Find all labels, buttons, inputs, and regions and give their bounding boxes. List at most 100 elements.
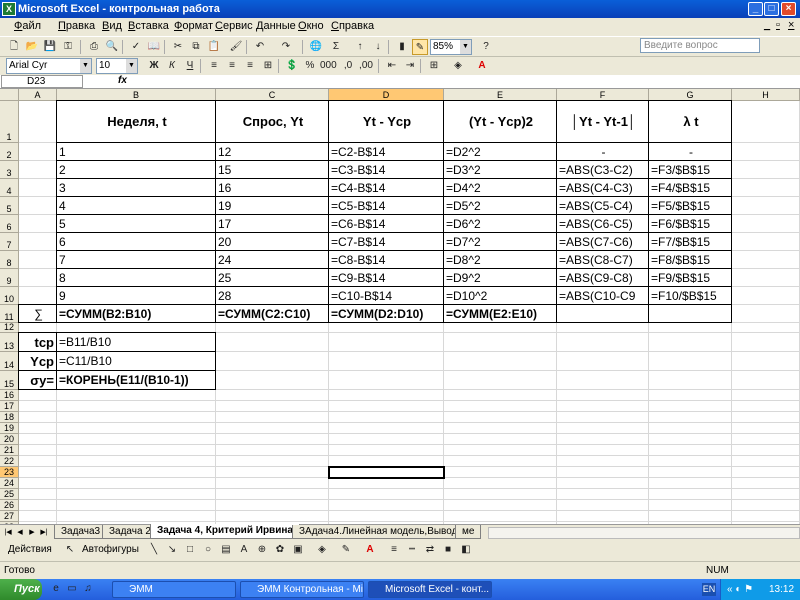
cell-A20[interactable] xyxy=(19,434,57,445)
row-header-25[interactable]: 25 xyxy=(0,489,19,500)
cell-F26[interactable] xyxy=(557,500,649,511)
header-cell-G[interactable]: λ t xyxy=(648,100,732,143)
stat-value-13[interactable]: =B11/B10 xyxy=(56,332,216,352)
doc-minimize-button[interactable]: _ xyxy=(764,19,770,31)
row-header-17[interactable]: 17 xyxy=(0,401,19,412)
data-cell-E7[interactable]: =D7^2 xyxy=(443,232,557,251)
cell-A1[interactable] xyxy=(19,101,57,143)
print-icon[interactable]: ⎙ xyxy=(86,39,102,55)
cell-H13[interactable] xyxy=(732,333,800,352)
fill-icon[interactable]: ◈ xyxy=(314,542,330,558)
merge-icon[interactable]: ⊞ xyxy=(260,58,276,74)
stat-value-14[interactable]: =C11/B10 xyxy=(56,351,216,371)
sheet-tab-linear-model[interactable]: ЗАдача4.Линейная модель,Вывод xyxy=(292,525,465,539)
cell-C15[interactable] xyxy=(216,371,329,390)
cell-F15[interactable] xyxy=(557,371,649,390)
cell-H26[interactable] xyxy=(732,500,800,511)
data-cell-E5[interactable]: =D5^2 xyxy=(443,196,557,215)
cell-G23[interactable] xyxy=(649,467,732,478)
row-header-20[interactable]: 20 xyxy=(0,434,19,445)
menu-tools[interactable]: Сервис xyxy=(215,20,253,32)
cell-G24[interactable] xyxy=(649,478,732,489)
cell-H3[interactable] xyxy=(732,161,800,179)
row-header-21[interactable]: 21 xyxy=(0,445,19,456)
cell-C12[interactable] xyxy=(216,323,329,333)
data-cell-C2[interactable]: 12 xyxy=(215,142,329,161)
doc-restore-button[interactable]: ▫ xyxy=(776,19,780,31)
next-sheet-icon[interactable]: ▶ xyxy=(27,527,37,538)
cell-B26[interactable] xyxy=(57,500,216,511)
copy-icon[interactable]: ⧉ xyxy=(188,39,204,55)
maximize-button[interactable]: □ xyxy=(764,2,779,16)
data-cell-D7[interactable]: =C7-B$14 xyxy=(328,232,444,251)
menu-window[interactable]: Окно xyxy=(298,20,324,32)
cell-H12[interactable] xyxy=(732,323,800,333)
cell-D16[interactable] xyxy=(329,390,444,401)
cell-F21[interactable] xyxy=(557,445,649,456)
cell-D12[interactable] xyxy=(329,323,444,333)
cell-D14[interactable] xyxy=(329,352,444,371)
chart-wizard-icon[interactable]: ▮ xyxy=(394,39,410,55)
data-cell-F4[interactable]: =ABS(C4-C3) xyxy=(556,178,649,197)
arrow-icon[interactable]: ↘ xyxy=(164,542,180,558)
cell-E27[interactable] xyxy=(444,511,557,522)
redo-icon[interactable]: ↷ xyxy=(278,39,294,55)
language-indicator[interactable]: EN xyxy=(702,583,716,596)
data-cell-D5[interactable]: =C5-B$14 xyxy=(328,196,444,215)
cell-A2[interactable] xyxy=(19,143,57,161)
font-select[interactable]: Arial Cyr ▼ xyxy=(6,58,92,74)
data-cell-D10[interactable]: =C10-B$14 xyxy=(328,286,444,305)
new-icon[interactable]: 🗋 xyxy=(6,39,22,55)
sum-cell-E[interactable]: =СУММ(E2:E10) xyxy=(443,304,557,323)
cell-G16[interactable] xyxy=(649,390,732,401)
data-cell-D4[interactable]: =C4-B$14 xyxy=(328,178,444,197)
cell-H17[interactable] xyxy=(732,401,800,412)
data-cell-D3[interactable]: =C3-B$14 xyxy=(328,160,444,179)
data-cell-B9[interactable]: 8 xyxy=(56,268,216,287)
cell-C22[interactable] xyxy=(216,456,329,467)
row-header-8[interactable]: 8 xyxy=(0,251,19,269)
select-all-corner[interactable] xyxy=(0,89,19,101)
cell-F20[interactable] xyxy=(557,434,649,445)
cell-C25[interactable] xyxy=(216,489,329,500)
cell-E16[interactable] xyxy=(444,390,557,401)
sum-cell-B[interactable]: =СУММ(B2:B10) xyxy=(56,304,216,323)
cell-F19[interactable] xyxy=(557,423,649,434)
cell-A19[interactable] xyxy=(19,423,57,434)
cell-A22[interactable] xyxy=(19,456,57,467)
stat-value-15[interactable]: =КОРЕНЬ(E11/(B10-1)) xyxy=(56,370,216,390)
cell-H14[interactable] xyxy=(732,352,800,371)
row-header-18[interactable]: 18 xyxy=(0,412,19,423)
cell-G14[interactable] xyxy=(649,352,732,371)
data-cell-F3[interactable]: =ABS(C3-C2) xyxy=(556,160,649,179)
cell-H25[interactable] xyxy=(732,489,800,500)
cell-C16[interactable] xyxy=(216,390,329,401)
data-cell-B2[interactable]: 1 xyxy=(56,142,216,161)
cell-G15[interactable] xyxy=(649,371,732,390)
menu-edit[interactable]: Правка xyxy=(58,20,95,32)
menu-file[interactable]: Файл xyxy=(14,20,41,32)
cell-E20[interactable] xyxy=(444,434,557,445)
cell-A16[interactable] xyxy=(19,390,57,401)
permission-icon[interactable]: ⚿ xyxy=(60,39,76,55)
row-header-9[interactable]: 9 xyxy=(0,269,19,287)
cell-E22[interactable] xyxy=(444,456,557,467)
header-cell-B[interactable]: Неделя, t xyxy=(56,100,216,143)
cell-G25[interactable] xyxy=(649,489,732,500)
column-header-A[interactable]: A xyxy=(19,89,57,101)
menu-format[interactable]: Формат xyxy=(174,20,213,32)
data-cell-G8[interactable]: =F8/$B$15 xyxy=(648,250,732,269)
cell-F23[interactable] xyxy=(557,467,649,478)
cell-H22[interactable] xyxy=(732,456,800,467)
autosum-icon[interactable]: Σ xyxy=(328,39,344,55)
cell-H23[interactable] xyxy=(732,467,800,478)
data-cell-F9[interactable]: =ABS(C9-C8) xyxy=(556,268,649,287)
column-header-H[interactable]: H xyxy=(732,89,800,101)
cell-A5[interactable] xyxy=(19,197,57,215)
header-cell-F[interactable]: │Yt - Yt-1│ xyxy=(556,100,649,143)
data-cell-C7[interactable]: 20 xyxy=(215,232,329,251)
row-header-15[interactable]: 15 xyxy=(0,371,19,390)
task-excel[interactable]: Microsoft Excel - конт... xyxy=(368,581,492,598)
undo-icon[interactable]: ↶ xyxy=(252,39,268,55)
data-cell-B8[interactable]: 7 xyxy=(56,250,216,269)
